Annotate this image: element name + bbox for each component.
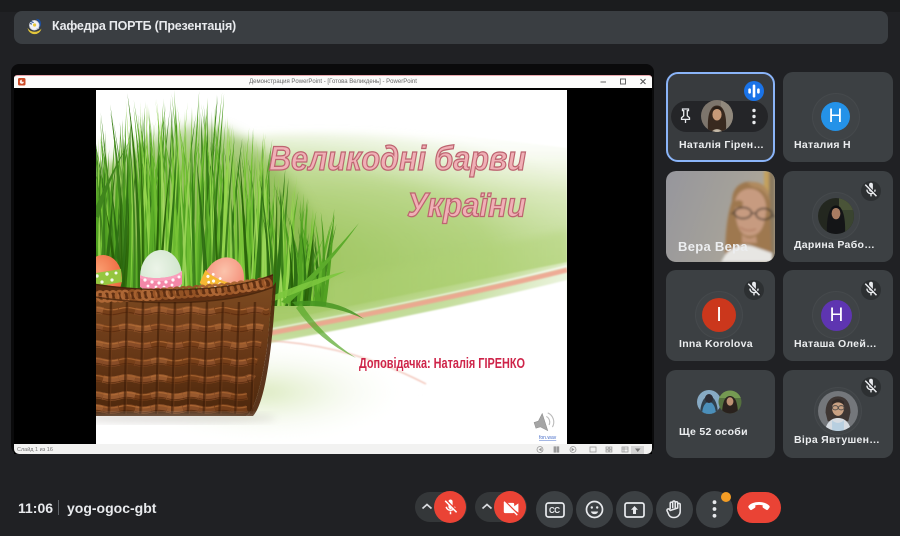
svg-text:Доповідачка: Наталія ГІРЕНКО: Доповідачка: Наталія ГІРЕНКО (359, 356, 525, 372)
svg-text:fon.wav: fon.wav (539, 435, 557, 441)
svg-text:CC: CC (549, 506, 560, 515)
svg-text:України: України (407, 187, 526, 225)
svg-text:Великодні барви: Великодні барви (269, 140, 526, 178)
